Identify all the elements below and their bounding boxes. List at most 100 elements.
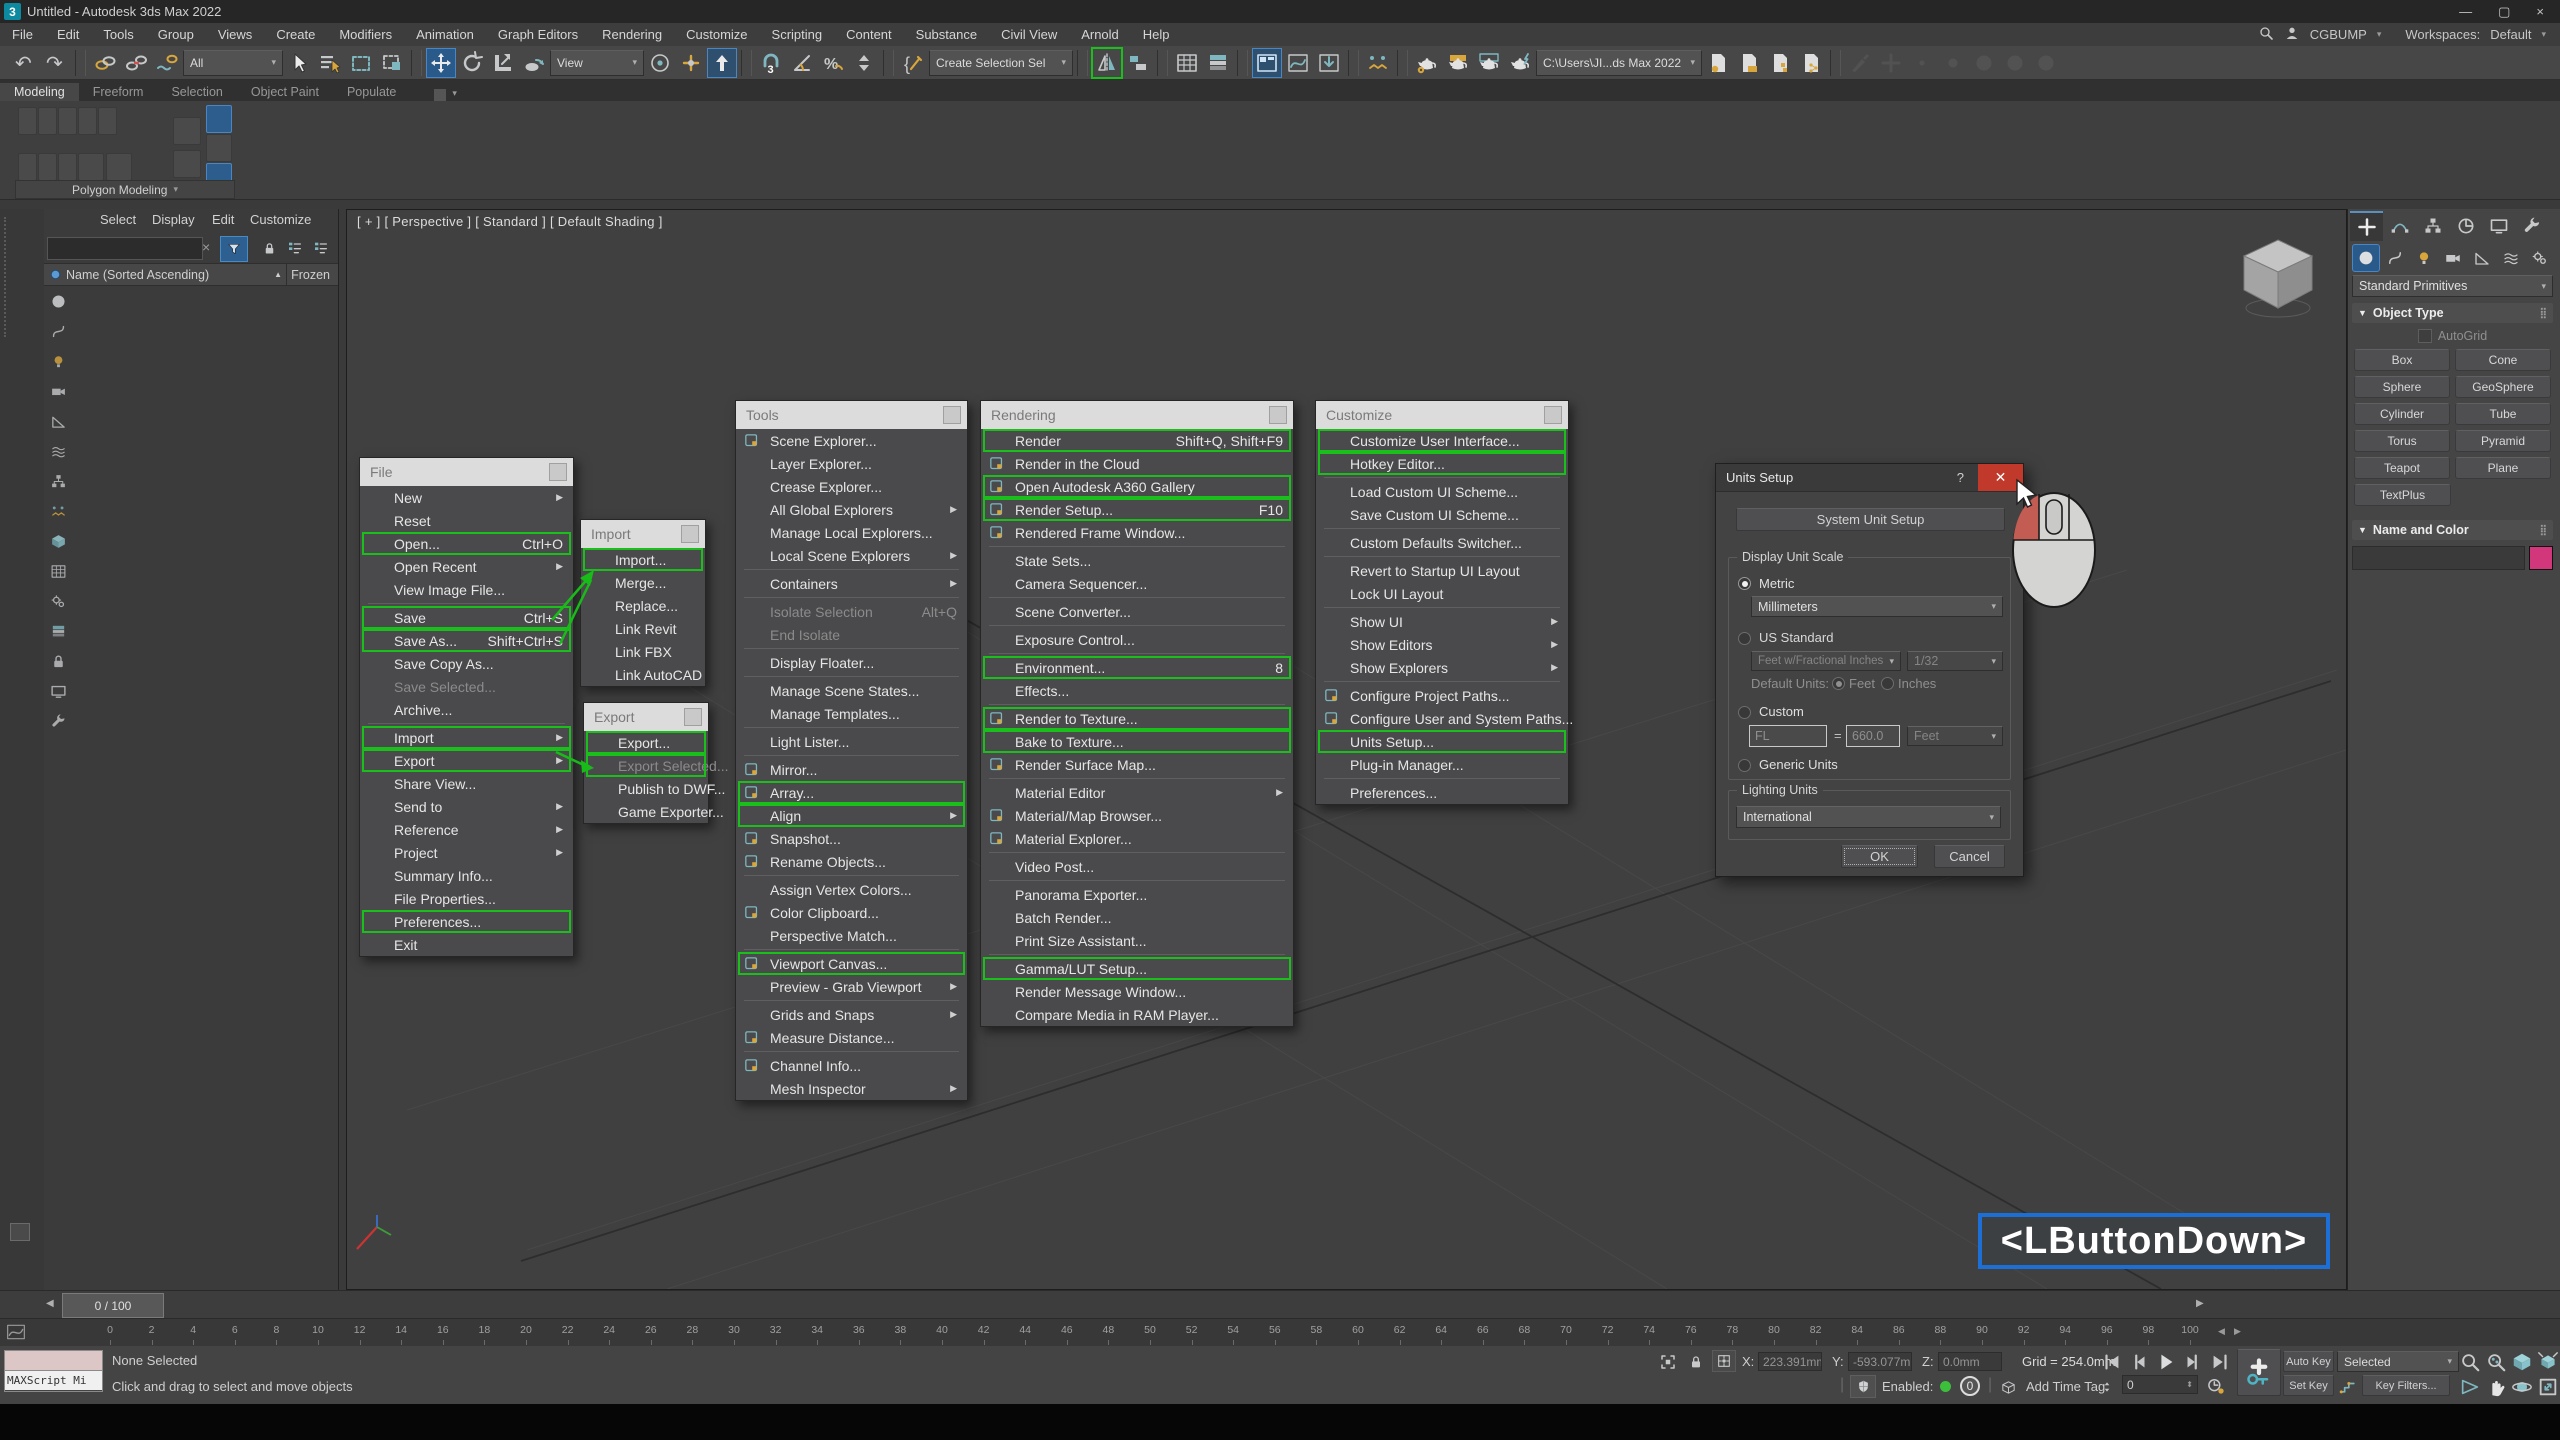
default-feet-radio[interactable] [1832, 677, 1845, 690]
dot-large-icon[interactable] [2000, 48, 2030, 78]
material-editor-icon[interactable] [1412, 48, 1442, 78]
generic-units-radio[interactable] [1738, 759, 1751, 772]
menu-modifiers[interactable]: Modifiers [327, 23, 404, 46]
scene-explorer-icon[interactable] [1172, 48, 1202, 78]
orbit-icon[interactable] [2510, 1375, 2534, 1399]
menu-file[interactable]: File [0, 23, 45, 46]
ok-button[interactable]: OK [1841, 845, 1918, 868]
auto-key-button[interactable]: Auto Key [2283, 1351, 2334, 1372]
menu-item-state-sets[interactable]: State Sets... [981, 549, 1293, 572]
menu-arnold[interactable]: Arnold [1069, 23, 1131, 46]
project-folder-dropdown[interactable]: C:\Users\JI...ds Max 2022▾ [1536, 50, 1702, 76]
mirror-icon[interactable] [1092, 48, 1122, 78]
subtab-systems[interactable] [2526, 244, 2554, 272]
selection-lock-icon[interactable] [1684, 1350, 1708, 1374]
menu-item-crease-explorer[interactable]: Crease Explorer... [736, 475, 967, 498]
menu-item-assign-vertex-colors[interactable]: Assign Vertex Colors... [736, 878, 967, 901]
select-move-icon[interactable] [426, 48, 456, 78]
key-filters-button[interactable]: Key Filters... [2362, 1375, 2450, 1396]
time-slider-button[interactable]: 0 / 100 [62, 1293, 164, 1318]
paint-disabled-icon[interactable] [1845, 48, 1875, 78]
menu-item-save-selected[interactable]: Save Selected... [360, 675, 573, 698]
menu-item-scene-converter[interactable]: Scene Converter... [981, 600, 1293, 623]
trackbar-next-key-icon[interactable]: ▶ [2234, 1326, 2241, 1337]
containers-icon[interactable] [50, 533, 67, 555]
menu-item-hotkey-editor[interactable]: Hotkey Editor... [1316, 452, 1568, 475]
menu-item-material-map-browser[interactable]: Material/Map Browser... [981, 804, 1293, 827]
schematic-view-icon[interactable] [1314, 48, 1344, 78]
previous-frame-button[interactable] [2127, 1350, 2151, 1374]
menu-item-open[interactable]: Open...Ctrl+O [360, 532, 573, 555]
menu-item-render-surface-map[interactable]: Render Surface Map... [981, 753, 1293, 776]
menu-group[interactable]: Group [146, 23, 206, 46]
workspaces-value[interactable]: Default [2490, 27, 2531, 42]
ribbon-tab-freeform[interactable]: Freeform [79, 83, 158, 101]
scene-script-boxes-icon[interactable] [1765, 48, 1795, 78]
selection-filter-dropdown[interactable]: All▾ [183, 50, 283, 76]
rect-selection-icon[interactable] [346, 48, 376, 78]
go-to-start-button[interactable] [2100, 1350, 2124, 1374]
time-config-icon[interactable] [2204, 1374, 2228, 1398]
filter-funnel-icon[interactable] [220, 236, 248, 262]
menu-item-open-autodesk-a360-gallery[interactable]: Open Autodesk A360 Gallery [981, 475, 1293, 498]
select-scale-icon[interactable] [488, 48, 518, 78]
menu-item-camera-sequencer[interactable]: Camera Sequencer... [981, 572, 1293, 595]
menu-item-light-lister[interactable]: Light Lister... [736, 730, 967, 753]
snap-spinner-icon[interactable] [849, 48, 879, 78]
us-unit-dropdown[interactable]: Feet w/Fractional Inches▾ [1751, 651, 1901, 671]
menu-item-replace[interactable]: Replace... [581, 594, 705, 617]
ribbon-preview-off-button[interactable] [18, 153, 37, 181]
menu-help[interactable]: Help [1131, 23, 1182, 46]
name-column-header[interactable]: Name (Sorted Ascending) [66, 268, 209, 282]
track-bar[interactable]: 0246810121416182022242628303234363840424… [0, 1318, 2560, 1348]
menu-item-preview-grab-viewport[interactable]: Preview - Grab Viewport▶ [736, 975, 967, 998]
key-mode-toggle-icon[interactable] [2098, 1375, 2116, 1399]
rendered-frame-icon[interactable] [1474, 48, 1504, 78]
bones-icon[interactable] [50, 473, 67, 495]
system-unit-setup-button[interactable]: System Unit Setup [1736, 508, 2005, 531]
trackbar-prev-key-icon[interactable]: ◀ [2218, 1326, 2225, 1337]
units-setup-title-bar[interactable]: Units Setup ? ✕ [1716, 464, 2023, 492]
polygon-modeling-section[interactable]: Polygon Modeling▾ [15, 180, 235, 199]
scene-explorer-header[interactable]: Name (Sorted Ascending) ▲ Frozen [44, 263, 338, 286]
tab-display[interactable] [2482, 211, 2515, 241]
z-coordinate-field[interactable]: 0.0mm [1938, 1352, 2002, 1371]
collapse-tree-icon[interactable] [308, 236, 334, 260]
menu-item-configure-project-paths[interactable]: Configure Project Paths... [1316, 684, 1568, 707]
create-pyramid-button[interactable]: Pyramid [2455, 430, 2551, 452]
selection-set-dropdown[interactable]: Create Selection Sel▾ [929, 50, 1073, 76]
menu-item-align[interactable]: Align▶ [736, 804, 967, 827]
curve-editor-icon[interactable] [1283, 48, 1313, 78]
menu-item-load-custom-ui-scheme[interactable]: Load Custom UI Scheme... [1316, 480, 1568, 503]
menu-item-local-scene-explorers[interactable]: Local Scene Explorers▶ [736, 544, 967, 567]
create-cylinder-button[interactable]: Cylinder [2354, 403, 2450, 425]
layer-explorer-icon[interactable] [1203, 48, 1233, 78]
menu-item-containers[interactable]: Containers▶ [736, 572, 967, 595]
menu-item-print-size-assistant[interactable]: Print Size Assistant... [981, 929, 1293, 952]
link-icon[interactable] [90, 48, 120, 78]
ribbon-element-button[interactable] [98, 107, 117, 135]
explorer-menu-display[interactable]: Display [152, 212, 195, 227]
ribbon-edge-button[interactable] [38, 107, 57, 135]
menu-item-render-setup[interactable]: Render Setup...F10 [981, 498, 1293, 521]
scene-script-folder-icon[interactable] [1734, 48, 1764, 78]
category-dropdown[interactable]: Standard Primitives▾ [2352, 275, 2553, 297]
menu-item-units-setup[interactable]: Units Setup... [1316, 730, 1568, 753]
customize-menu-pin-icon[interactable] [1544, 406, 1562, 424]
expand-tree-icon[interactable] [282, 236, 308, 260]
menu-item-project[interactable]: Project▶ [360, 841, 573, 864]
menu-item-all-global-explorers[interactable]: All Global Explorers▶ [736, 498, 967, 521]
menu-item-gamma-lut-setup[interactable]: Gamma/LUT Setup... [981, 957, 1293, 980]
select-place-icon[interactable] [519, 48, 549, 78]
zoom-icon[interactable] [2458, 1350, 2482, 1374]
undo-icon[interactable]: ↶ [10, 48, 40, 78]
set-key-button[interactable]: Set Key [2283, 1375, 2334, 1396]
ribbon-shrink-button[interactable] [106, 153, 132, 181]
menu-create[interactable]: Create [264, 23, 327, 46]
viewcube[interactable] [2232, 232, 2324, 324]
maximize-button[interactable]: ▢ [2498, 4, 2510, 20]
layers-icon[interactable] [50, 623, 67, 645]
named-sets-icon[interactable]: { [898, 48, 928, 78]
menu-item-end-isolate[interactable]: End Isolate [736, 623, 967, 646]
menu-item-reset[interactable]: Reset [360, 509, 573, 532]
